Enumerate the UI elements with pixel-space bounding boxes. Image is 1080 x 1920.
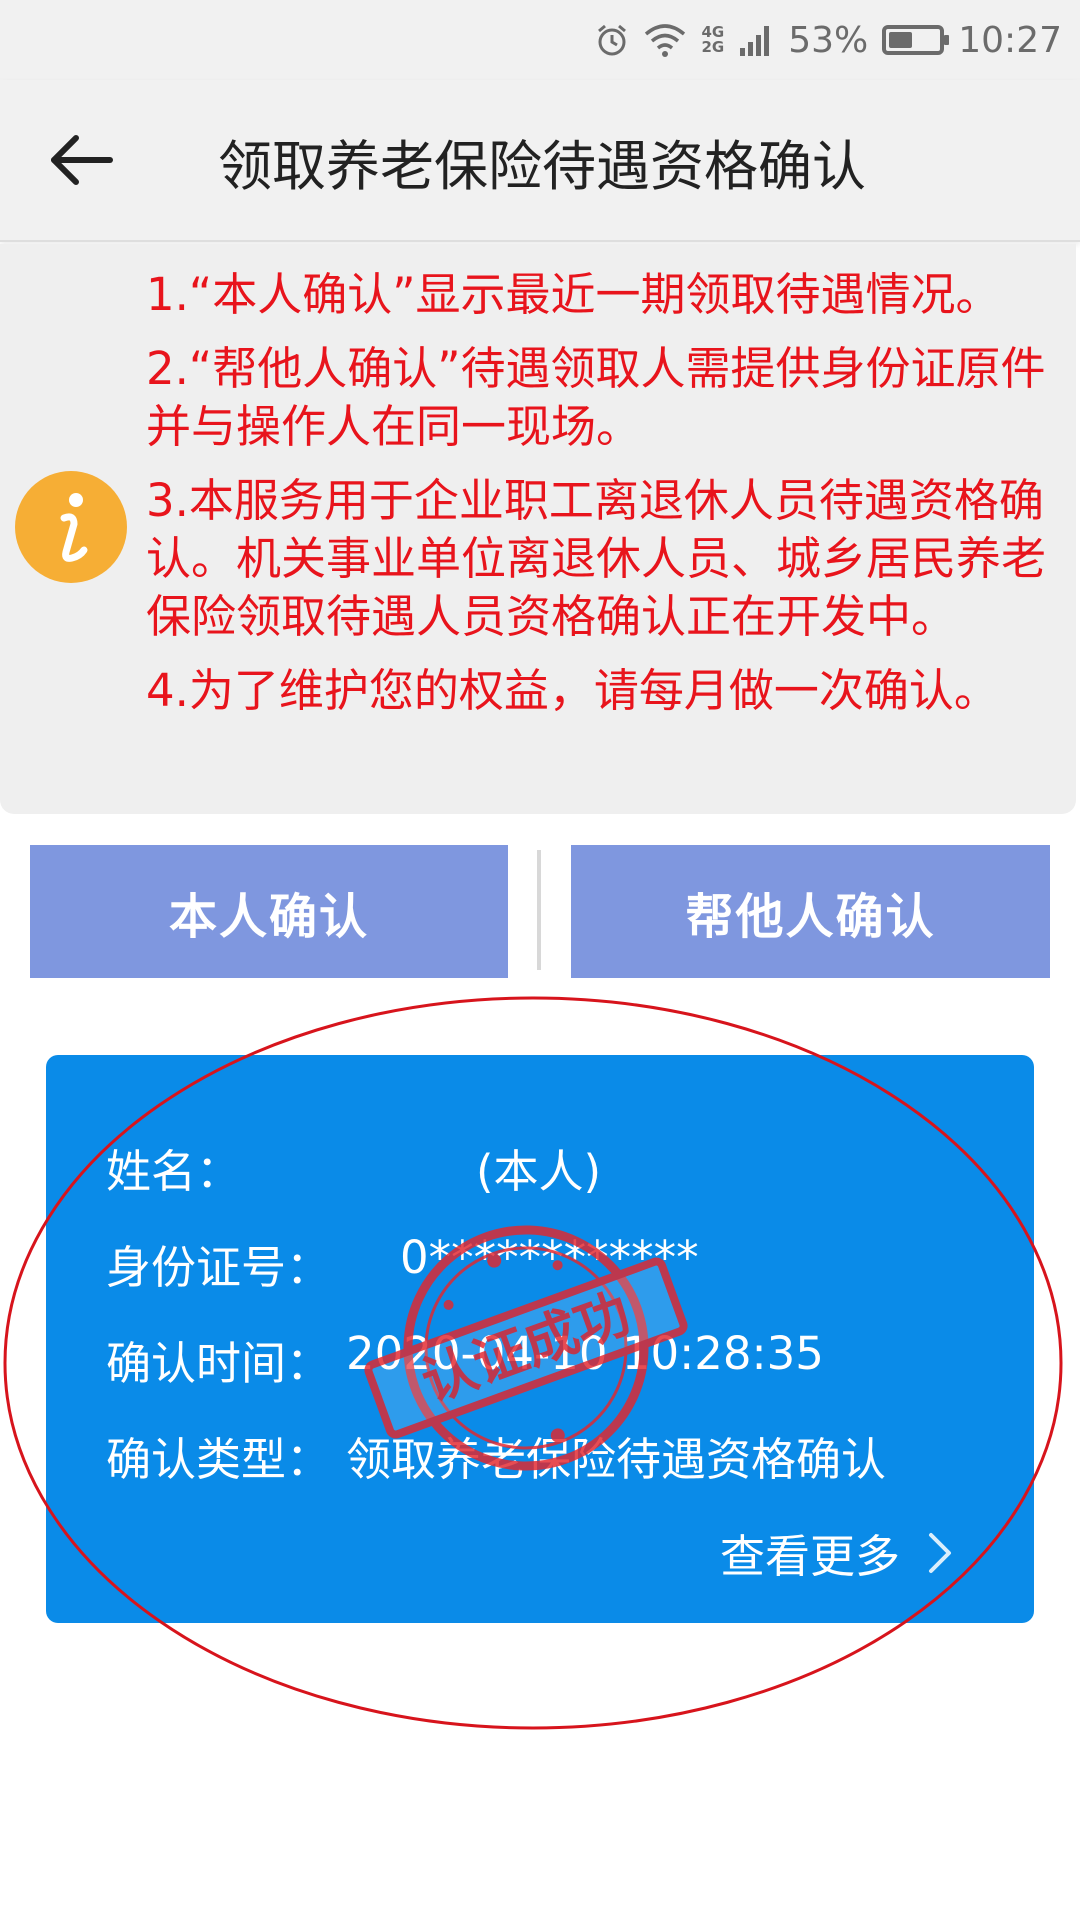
- button-divider: [537, 850, 541, 970]
- app-bar: 领取养老保险待遇资格确认: [0, 80, 1080, 242]
- notice-list: 1.“本人确认”显示最近一期领取待遇情况。 2.“帮他人确认”待遇领取人需提供身…: [146, 266, 1076, 736]
- confirm-time-label: 确认时间：: [106, 1337, 332, 1390]
- notice-item: 4.为了维护您的权益，请每月做一次确认。: [146, 664, 999, 717]
- notice-item: 2.“帮他人确认”待遇领取人需提供身份证原件并与操作人在同一现场。: [146, 342, 1046, 453]
- name-label: 姓名：: [106, 1145, 242, 1198]
- confirm-type-value: 领取养老保险待遇资格确认: [346, 1433, 887, 1486]
- confirm-type-label: 确认类型：: [106, 1433, 332, 1486]
- battery-fill: [889, 32, 912, 48]
- battery-icon: [882, 25, 950, 55]
- chevron-right-icon: [929, 1532, 951, 1573]
- status-icons: 4G 2G 53% 10:27: [595, 14, 1062, 66]
- confirm-time-value: 2020-04-10 10:28:35: [346, 1327, 824, 1380]
- network-type-bottom: 2G: [701, 38, 725, 56]
- view-more-label: 查看更多: [719, 1530, 900, 1583]
- help-others-confirm-button[interactable]: 帮他人确认: [571, 845, 1050, 978]
- self-confirm-button[interactable]: 本人确认: [30, 845, 508, 978]
- network-type-indicator: 4G 2G: [701, 25, 724, 55]
- wifi-icon: [645, 24, 686, 57]
- clock: 10:27: [958, 19, 1062, 61]
- arrow-left-icon[interactable]: [46, 130, 126, 190]
- notice-panel: 1.“本人确认”显示最近一期领取待遇情况。 2.“帮他人确认”待遇领取人需提供身…: [0, 244, 1076, 814]
- id-number-value: 0************: [400, 1231, 699, 1284]
- status-bar: 4G 2G 53% 10:27: [0, 0, 1080, 80]
- notice-item: 1.“本人确认”显示最近一期领取待遇情况。: [146, 268, 1001, 321]
- view-more-link[interactable]: 查看更多: [720, 1520, 954, 1585]
- notice-item: 3.本服务用于企业职工离退休人员待遇资格确认。机关事业单位离退休人员、城乡居民养…: [146, 474, 1047, 643]
- battery-percent: 53%: [788, 19, 869, 61]
- signal-icon: [740, 26, 770, 56]
- alarm-icon: [598, 24, 627, 56]
- name-value: (本人): [476, 1145, 602, 1198]
- confirmation-result-card: 姓名： (本人) 身份证号： 0************ 确认时间： 2020-…: [46, 1055, 1034, 1623]
- page-title: 领取养老保险待遇资格确认: [218, 135, 866, 198]
- info-icon: [15, 471, 127, 583]
- id-number-label: 身份证号：: [106, 1241, 332, 1294]
